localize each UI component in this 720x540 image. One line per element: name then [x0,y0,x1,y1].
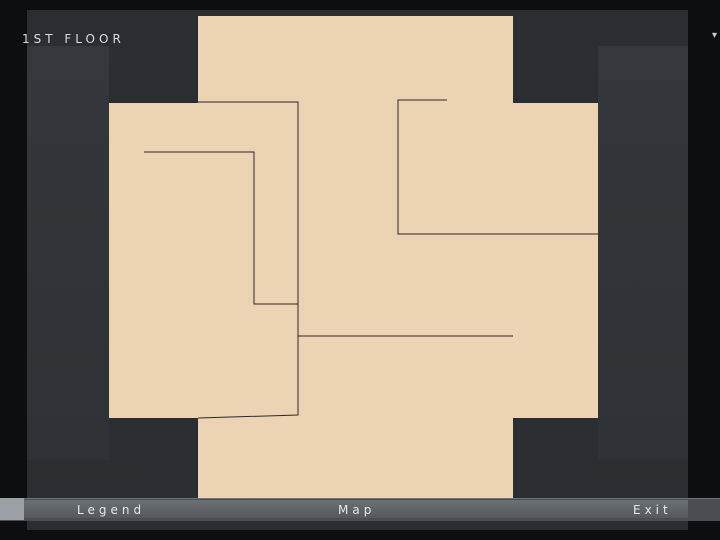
room-west-wing[interactable] [109,103,299,418]
room-east-wing[interactable] [400,103,598,418]
legend-button[interactable]: Legend [77,503,145,519]
map-button[interactable]: Map [338,503,375,519]
exit-button[interactable]: Exit [633,503,672,519]
bottom-menu-cap [0,498,24,520]
floor-map [109,16,598,505]
scroll-indicator-icon: ▾ [712,30,718,41]
map-rooms [109,16,598,505]
